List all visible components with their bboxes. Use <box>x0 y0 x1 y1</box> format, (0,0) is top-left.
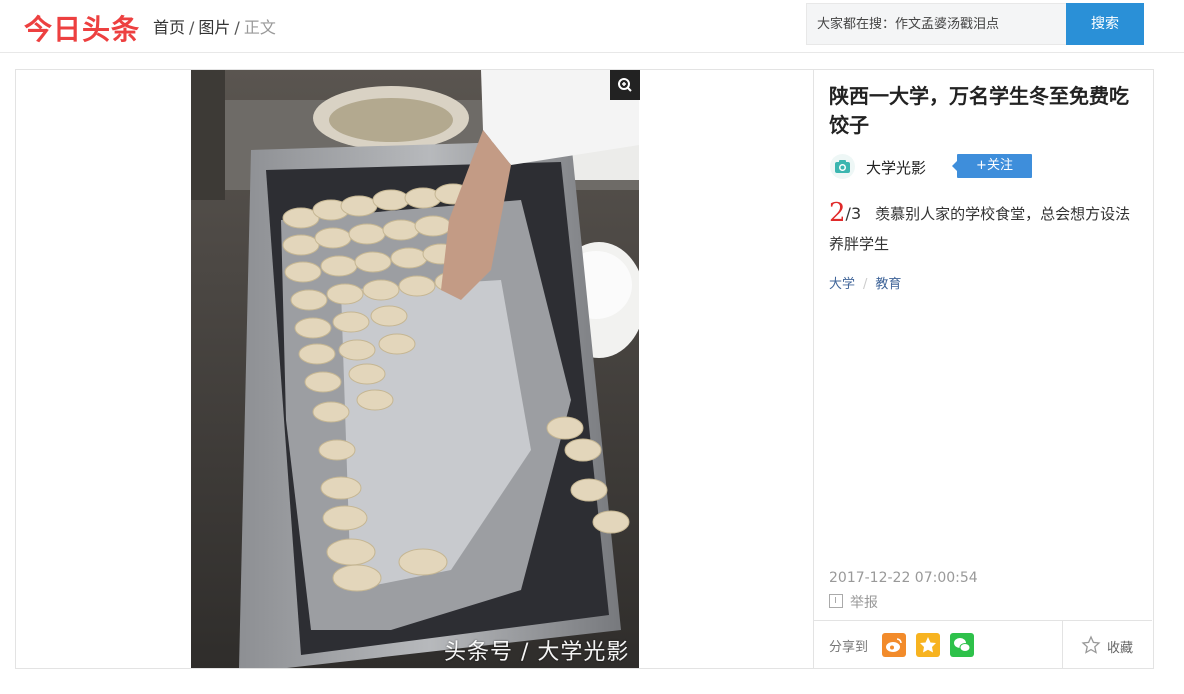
photo-watermark: 头条号 / 大学光影 <box>444 640 630 665</box>
qzone-star-icon <box>920 637 936 653</box>
author-avatar[interactable] <box>830 154 855 179</box>
top-header: 今日头条 首页/图片/正文 搜索 <box>0 0 1184 53</box>
tag-education[interactable]: 教育 <box>875 277 901 292</box>
tag-university[interactable]: 大学 <box>829 277 855 292</box>
wechat-icon <box>954 638 971 652</box>
favorite-label: 收藏 <box>1107 641 1134 656</box>
zoom-in-icon <box>618 78 632 92</box>
gallery-photo[interactable] <box>191 70 639 668</box>
breadcrumb-separator: / <box>189 18 195 37</box>
publish-time: 2017-12-22 07:00:54 <box>829 570 978 586</box>
star-outline-icon <box>1081 635 1101 654</box>
photo-caption: 2/3 羡慕别人家的学校食堂，总会想方设法养胖学生 <box>829 198 1141 259</box>
breadcrumb-current: 正文 <box>243 18 276 37</box>
share-qzone-button[interactable] <box>916 633 940 657</box>
follow-button[interactable]: +关注 <box>952 154 1032 178</box>
share-wechat-button[interactable] <box>950 633 974 657</box>
report-icon <box>829 594 843 608</box>
dumpling-tray-photo <box>191 70 639 668</box>
site-logo[interactable]: 今日头条 <box>24 8 140 48</box>
report-label: 举报 <box>850 595 878 611</box>
report-link[interactable]: 举报 <box>829 592 878 612</box>
photo-area: 头条号 / 大学光影 <box>16 70 813 668</box>
article-title: 陕西一大学，万名学生冬至免费吃饺子 <box>829 84 1129 137</box>
share-bar: 分享到 收藏 <box>814 620 1152 669</box>
camera-icon <box>835 160 850 173</box>
tag-list: 大学 / 教育 <box>829 273 901 292</box>
breadcrumb-images-link[interactable]: 图片 <box>198 18 230 37</box>
search-input[interactable] <box>807 4 1057 44</box>
favorite-button[interactable]: 收藏 <box>1062 621 1152 669</box>
weibo-icon <box>886 638 902 652</box>
breadcrumb-home-link[interactable]: 首页 <box>153 18 185 37</box>
tag-separator: / <box>863 277 868 292</box>
breadcrumb: 首页 / 图片 / 正文 <box>153 14 276 38</box>
share-weibo-button[interactable] <box>882 633 906 657</box>
search-box <box>806 3 1066 45</box>
share-label: 分享到 <box>829 640 869 655</box>
article-sidebar: 陕西一大学，万名学生冬至免费吃饺子 大学光影 +关注 2/3 羡慕别人家的学校食堂… <box>813 70 1153 669</box>
caption-text: 羡慕别人家的学校食堂，总会想方设法养胖学生 <box>829 205 1131 253</box>
search-button[interactable]: 搜索 <box>1066 3 1144 45</box>
author-name[interactable]: 大学光影 <box>866 157 926 178</box>
page-total: /3 <box>845 204 862 223</box>
zoom-in-button[interactable] <box>610 70 640 100</box>
page-current: 2 <box>829 198 846 228</box>
breadcrumb-separator: / <box>234 18 240 37</box>
gallery-frame: 头条号 / 大学光影 陕西一大学，万名学生冬至免费吃饺子 大学光影 +关注 2/… <box>15 69 1154 669</box>
